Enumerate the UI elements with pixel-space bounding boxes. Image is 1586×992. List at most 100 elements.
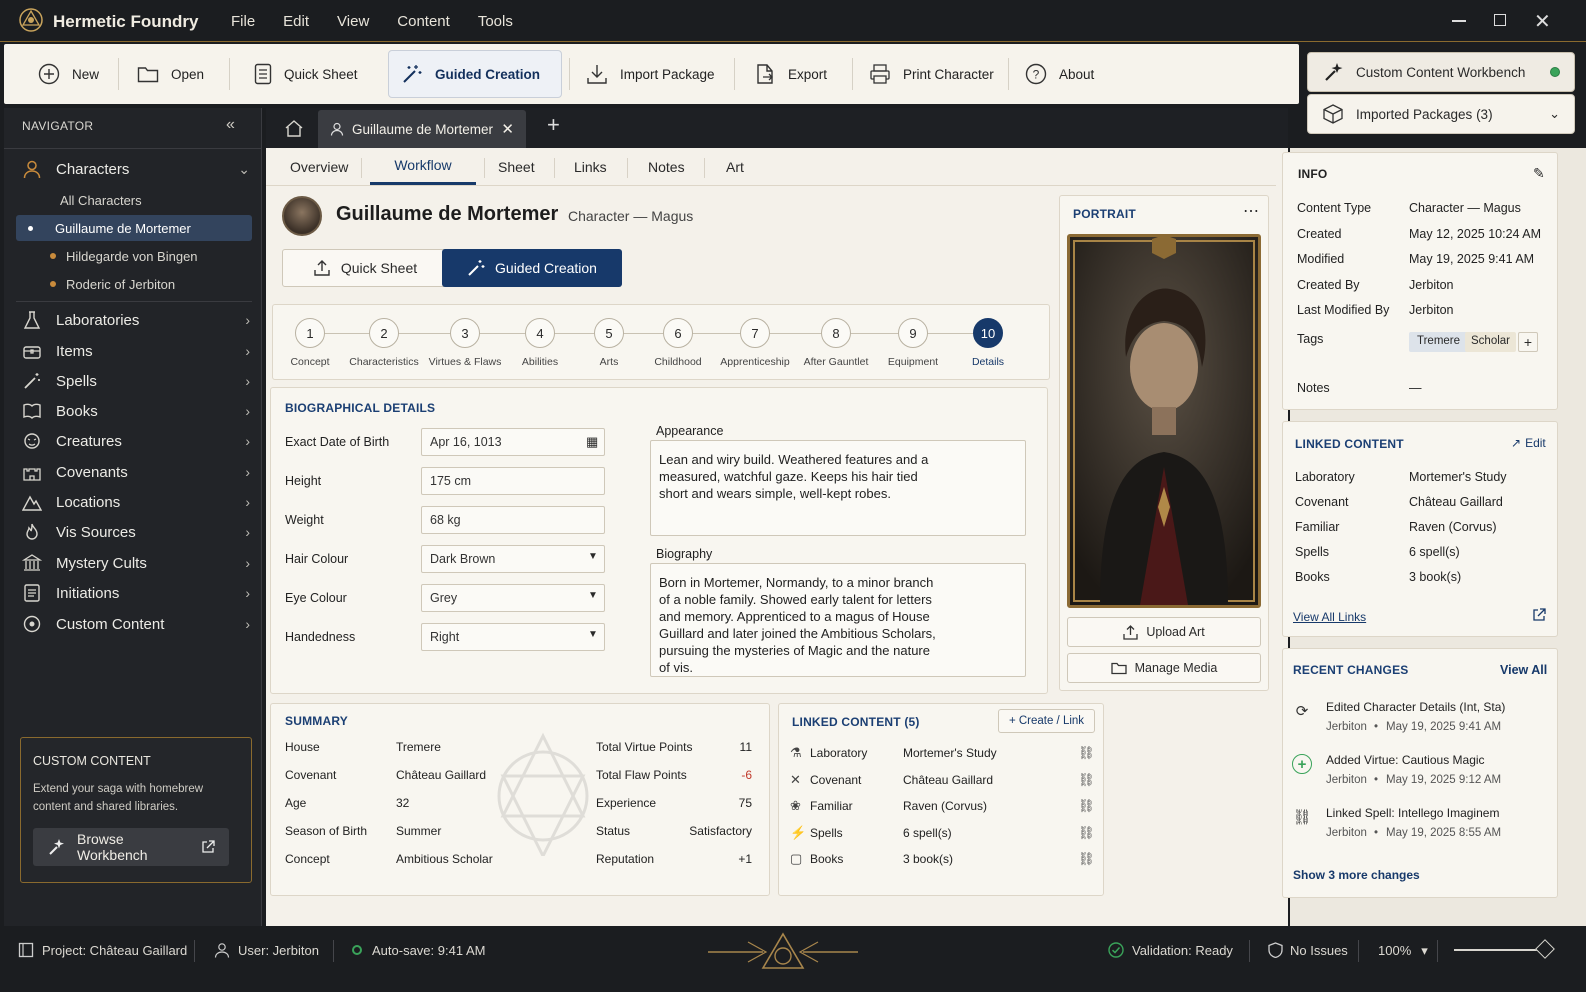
nav-covenants[interactable]: Covenants › <box>22 457 256 487</box>
field-input-0[interactable]: Apr 16, 1013 <box>421 428 605 456</box>
caret-down-icon[interactable]: ▼ <box>588 590 598 601</box>
browse-workbench-button[interactable]: Browse Workbench <box>33 828 229 866</box>
print-character-button[interactable]: Print Character <box>857 50 1006 98</box>
nav-mystery-cults[interactable]: Mystery Cults › <box>22 548 256 578</box>
field-input-4[interactable]: Grey <box>421 584 605 612</box>
nav-character-guillaume[interactable]: Guillaume de Mortemer <box>16 215 252 241</box>
right-linked-value[interactable]: 3 book(s) <box>1409 570 1461 584</box>
tab-overview[interactable]: Overview <box>290 148 348 185</box>
right-linked-value[interactable]: Mortemer's Study <box>1409 470 1507 484</box>
field-input-3[interactable]: Dark Brown <box>421 545 605 573</box>
tab-notes[interactable]: Notes <box>648 148 685 185</box>
field-input-1[interactable]: 175 cm <box>421 467 605 495</box>
zoom-dropdown[interactable]: 100% ▾ <box>1378 943 1428 959</box>
upload-art-button[interactable]: Upload Art <box>1067 617 1261 647</box>
nav-laboratories[interactable]: Laboratories › <box>22 305 256 335</box>
more-options-icon[interactable]: ⋯ <box>1243 201 1259 221</box>
nav-character-roderic[interactable]: Roderic of Jerbiton <box>22 271 254 297</box>
view-all-links-link[interactable]: View All Links <box>1293 610 1366 624</box>
menu-tools[interactable]: Tools <box>478 13 513 30</box>
nav-initiations[interactable]: Initiations › <box>22 578 256 608</box>
change-title[interactable]: Added Virtue: Cautious Magic <box>1326 753 1485 767</box>
step-7[interactable]: 7 Apprenticeship <box>710 318 800 368</box>
link-icon[interactable]: ⛓ <box>1078 772 1095 788</box>
show-more-changes-link[interactable]: Show 3 more changes <box>1293 868 1420 882</box>
edit-pencil-icon[interactable]: ✎ <box>1533 165 1545 182</box>
edit-links-button[interactable]: ↗ Edit <box>1511 436 1546 450</box>
step-10[interactable]: 10 Details <box>943 318 1033 368</box>
right-linked-value[interactable]: 6 spell(s) <box>1409 545 1460 559</box>
nav-spells[interactable]: Spells › <box>22 366 256 396</box>
tab-links[interactable]: Links <box>574 148 607 185</box>
nav-custom-content[interactable]: Custom Content › <box>22 609 256 639</box>
appearance-textarea[interactable]: Lean and wiry build. Weathered features … <box>650 440 1026 536</box>
guided-creation-button[interactable]: Guided Creation <box>388 50 562 98</box>
calendar-icon[interactable]: ▦ <box>586 434 598 450</box>
quick-sheet-button[interactable]: Quick Sheet <box>242 50 370 98</box>
external-link-icon[interactable] <box>1532 608 1546 622</box>
field-input-2[interactable]: 68 kg <box>421 506 605 534</box>
change-title[interactable]: Edited Character Details (Int, Sta) <box>1326 700 1505 714</box>
biography-textarea[interactable]: Born in Mortemer, Normandy, to a minor b… <box>650 563 1026 677</box>
nav-vis-sources[interactable]: Vis Sources › <box>22 517 256 547</box>
home-tab[interactable] <box>274 113 314 143</box>
sheet-icon <box>254 63 272 85</box>
menu-file[interactable]: File <box>231 13 255 30</box>
imported-packages-dropdown[interactable]: Imported Packages (3) ⌄ <box>1307 94 1575 134</box>
zoom-slider-track[interactable] <box>1454 949 1546 951</box>
tag-tremere[interactable]: Tremere <box>1409 332 1469 352</box>
printer-icon <box>869 63 891 85</box>
tab-art[interactable]: Art <box>726 148 744 185</box>
link-icon[interactable]: ⛓ <box>1078 851 1095 867</box>
nav-character-hildegarde[interactable]: Hildegarde von Bingen <box>22 243 254 269</box>
maximize-button[interactable] <box>1494 14 1506 26</box>
menu-content[interactable]: Content <box>397 13 450 30</box>
tag-scholar[interactable]: Scholar <box>1465 332 1516 352</box>
quick-sheet-mode-button[interactable]: Quick Sheet <box>282 249 448 287</box>
linked-value[interactable]: 6 spell(s) <box>903 826 952 840</box>
nav-books[interactable]: Books › <box>22 396 256 426</box>
field-label: Weight <box>285 513 324 527</box>
tab-sheet[interactable]: Sheet <box>498 148 535 185</box>
linked-value[interactable]: 3 book(s) <box>903 852 953 866</box>
linked-value[interactable]: Château Gaillard <box>903 773 993 787</box>
custom-content-workbench-button[interactable]: Custom Content Workbench <box>1307 52 1575 92</box>
guided-creation-mode-button[interactable]: Guided Creation <box>442 249 622 287</box>
new-tab-button[interactable]: + <box>547 112 560 138</box>
caret-down-icon[interactable]: ▼ <box>588 629 598 640</box>
add-tag-button[interactable]: + <box>1518 332 1538 352</box>
tab-guillaume[interactable]: Guillaume de Mortemer ✕ <box>318 110 526 148</box>
right-linked-value[interactable]: Raven (Corvus) <box>1409 520 1497 534</box>
link-icon[interactable]: ⛓ <box>1078 745 1095 761</box>
right-linked-value[interactable]: Château Gaillard <box>1409 495 1503 509</box>
link-icon[interactable]: ⛓ <box>1078 825 1095 841</box>
export-button[interactable]: Export <box>742 50 839 98</box>
nav-all-characters[interactable]: All Characters <box>22 187 254 213</box>
new-button[interactable]: New <box>26 50 111 98</box>
collapse-sidebar-icon[interactable]: « <box>226 116 235 134</box>
nav-creatures[interactable]: Creatures › <box>22 426 256 456</box>
close-window-button[interactable]: ✕ <box>1534 9 1551 34</box>
link-icon[interactable]: ⛓ <box>1078 798 1095 814</box>
about-button[interactable]: ? About <box>1013 50 1106 98</box>
minimize-button[interactable] <box>1452 20 1466 22</box>
linked-value[interactable]: Raven (Corvus) <box>903 799 987 813</box>
zoom-slider-handle[interactable] <box>1535 939 1555 959</box>
manage-media-button[interactable]: Manage Media <box>1067 653 1261 683</box>
step-2[interactable]: 2 Characteristics <box>339 318 429 368</box>
menu-view[interactable]: View <box>337 13 369 30</box>
caret-down-icon[interactable]: ▼ <box>588 551 598 562</box>
view-all-changes-link[interactable]: View All <box>1500 663 1547 677</box>
import-package-button[interactable]: Import Package <box>574 50 727 98</box>
linked-value[interactable]: Mortemer's Study <box>903 746 997 760</box>
nav-characters[interactable]: Characters ⌄ <box>22 154 256 184</box>
nav-items[interactable]: Items › <box>22 336 256 366</box>
menu-edit[interactable]: Edit <box>283 13 309 30</box>
change-title[interactable]: Linked Spell: Intellego Imaginem <box>1326 806 1499 820</box>
tab-workflow[interactable]: Workflow <box>370 148 476 185</box>
field-input-5[interactable]: Right <box>421 623 605 651</box>
nav-locations[interactable]: Locations › <box>22 487 256 517</box>
create-link-button[interactable]: + Create / Link <box>998 709 1095 733</box>
close-tab-icon[interactable]: ✕ <box>501 120 514 138</box>
open-button[interactable]: Open <box>125 50 216 98</box>
